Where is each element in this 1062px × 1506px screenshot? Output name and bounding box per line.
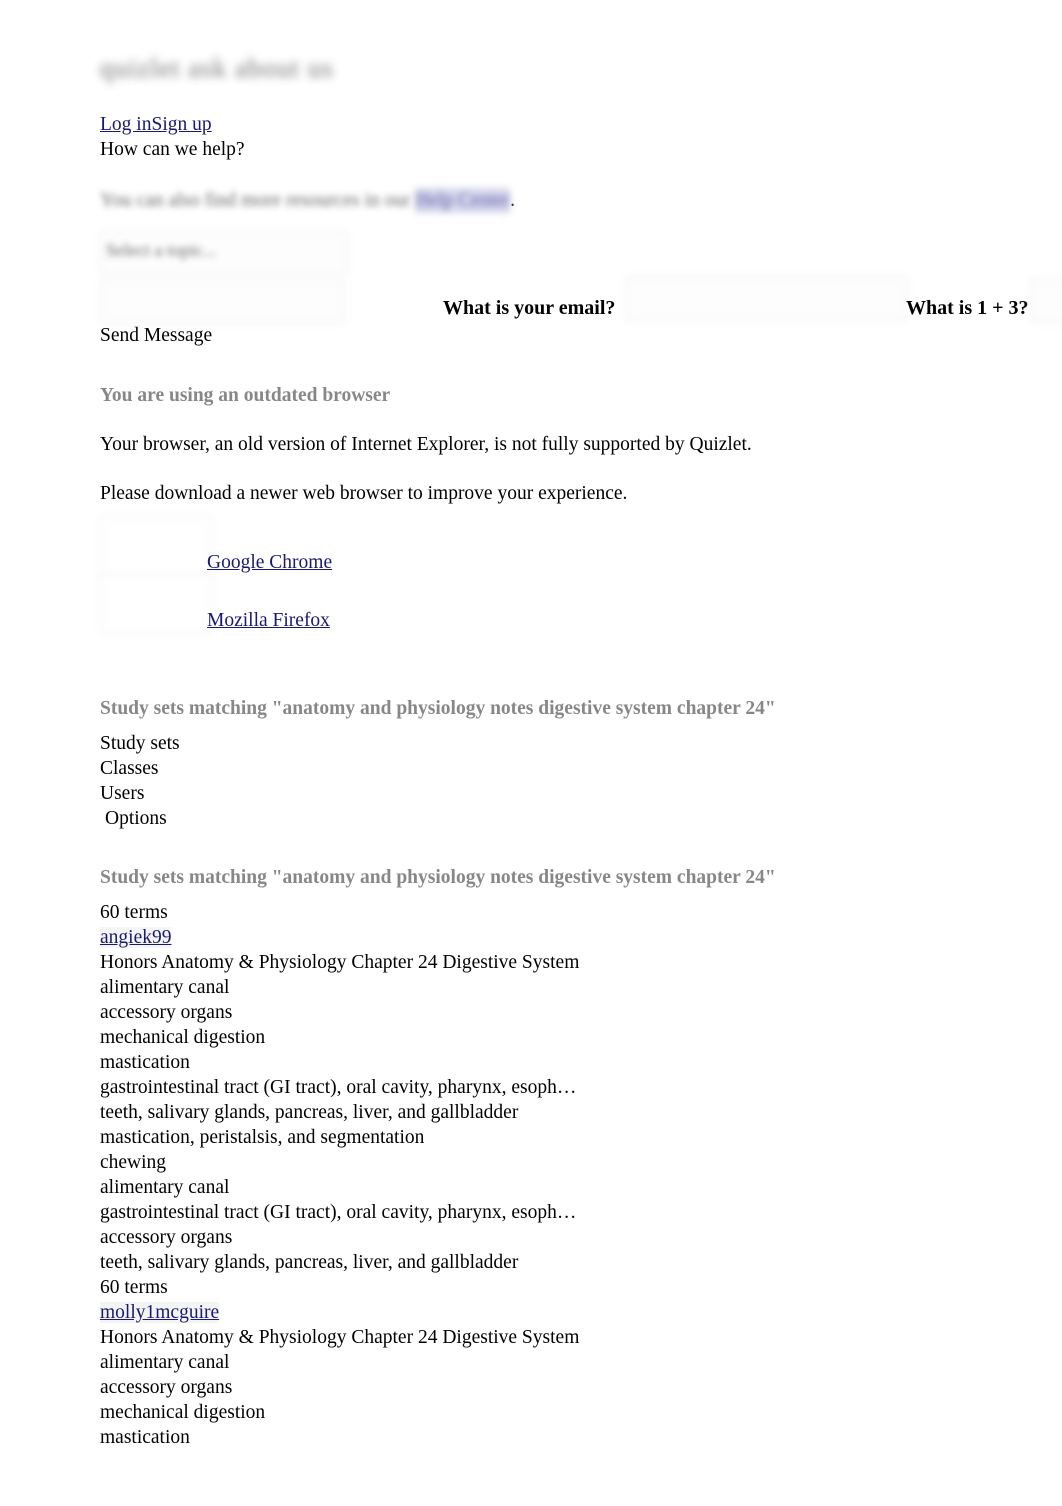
help-center-notice: You can also find more resources in our … xyxy=(100,188,515,213)
search-results-nav-heading: Study sets matching "anatomy and physiol… xyxy=(100,698,776,719)
email-field-label: What is your email? xyxy=(443,297,616,319)
download-firefox-item[interactable]: Mozilla Firefox xyxy=(207,608,330,633)
search-results-list: Study sets matching "anatomy and physiol… xyxy=(100,865,980,1450)
download-chrome-link[interactable]: Google Chrome xyxy=(207,552,332,573)
search-results-nav: Study sets matching "anatomy and physiol… xyxy=(100,696,980,831)
study-set-term-count: 60 terms xyxy=(100,902,168,923)
help-center-link[interactable]: Help Center xyxy=(415,188,511,213)
study-set-preview-line: accessory organs xyxy=(100,1377,233,1398)
message-input[interactable] xyxy=(100,280,344,324)
study-set-title[interactable]: Honors Anatomy & Physiology Chapter 24 D… xyxy=(100,950,980,975)
study-set-card[interactable]: 60 terms molly1mcguire Honors Anatomy & … xyxy=(100,1275,980,1450)
outdated-browser-heading: You are using an outdated browser xyxy=(100,385,391,406)
captcha-label: What is 1 + 3? xyxy=(906,297,1029,319)
download-firefox-link[interactable]: Mozilla Firefox xyxy=(207,610,330,631)
study-set-author: angiek99 xyxy=(100,925,980,950)
topic-select-value: Select a topic... xyxy=(106,240,217,260)
study-set-author-link[interactable]: molly1mcguire xyxy=(100,1302,220,1323)
captcha-input[interactable] xyxy=(1031,280,1062,322)
search-results-heading: Study sets matching "anatomy and physiol… xyxy=(100,867,776,888)
study-set-preview-line: mastication xyxy=(100,1052,190,1073)
study-set-preview-line: mechanical digestion xyxy=(100,1402,266,1423)
firefox-logo-icon xyxy=(100,574,212,634)
study-set-preview-line: alimentary canal xyxy=(100,1177,230,1198)
study-set-author: molly1mcguire xyxy=(100,1300,980,1325)
study-set-preview-line: gastrointestinal tract (GI tract), oral … xyxy=(100,1202,577,1223)
auth-links: Log inSign up xyxy=(100,112,212,137)
chrome-logo-icon xyxy=(100,516,212,576)
tab-users[interactable]: Users xyxy=(100,781,980,806)
help-notice-period: . xyxy=(510,190,516,211)
options-button[interactable]: Options xyxy=(100,806,980,831)
study-set-preview-line: chewing xyxy=(100,1152,167,1173)
send-message-button[interactable]: Send Message xyxy=(100,323,212,348)
outdated-browser-line-1: Your browser, an old version of Internet… xyxy=(100,434,752,455)
study-set-card[interactable]: 60 terms angiek99 Honors Anatomy & Physi… xyxy=(100,900,980,1275)
site-logo-text: quizlet ask about us xyxy=(100,53,334,83)
study-set-preview-line: mechanical digestion xyxy=(100,1027,266,1048)
browser-download-list: Google Chrome Mozilla Firefox xyxy=(100,516,500,641)
study-set-preview-line: alimentary canal xyxy=(100,1352,230,1373)
log-in-link[interactable]: Log in xyxy=(100,114,151,135)
study-set-preview-line: accessory organs xyxy=(100,1227,233,1248)
study-set-preview-line: mastication, peristalsis, and segmentati… xyxy=(100,1127,425,1148)
study-set-preview-line: mastication xyxy=(100,1427,190,1448)
email-field[interactable] xyxy=(626,276,908,320)
help-notice-text: You can also find more resources in our xyxy=(100,190,411,211)
page-title: How can we help? xyxy=(100,139,245,160)
study-set-preview-line: alimentary canal xyxy=(100,977,230,998)
contact-form: Select a topic... xyxy=(100,232,350,324)
study-set-preview-line: gastrointestinal tract (GI tract), oral … xyxy=(100,1077,577,1098)
study-set-term-count: 60 terms xyxy=(100,1277,168,1298)
study-set-preview-line: teeth, salivary glands, pancreas, liver,… xyxy=(100,1252,519,1273)
study-set-author-link[interactable]: angiek99 xyxy=(100,927,172,948)
study-set-preview-line: accessory organs xyxy=(100,1002,233,1023)
tab-classes[interactable]: Classes xyxy=(100,756,980,781)
study-set-preview-line: teeth, salivary glands, pancreas, liver,… xyxy=(100,1102,519,1123)
study-set-title[interactable]: Honors Anatomy & Physiology Chapter 24 D… xyxy=(100,1325,980,1350)
outdated-browser-warning: You are using an outdated browser Your b… xyxy=(100,383,980,530)
site-logo[interactable]: quizlet ask about us xyxy=(100,42,334,94)
outdated-browser-line-2: Please download a newer web browser to i… xyxy=(100,483,628,504)
tab-study-sets[interactable]: Study sets xyxy=(100,731,980,756)
download-chrome-item[interactable]: Google Chrome xyxy=(207,550,332,575)
sign-up-link[interactable]: Sign up xyxy=(151,114,211,135)
